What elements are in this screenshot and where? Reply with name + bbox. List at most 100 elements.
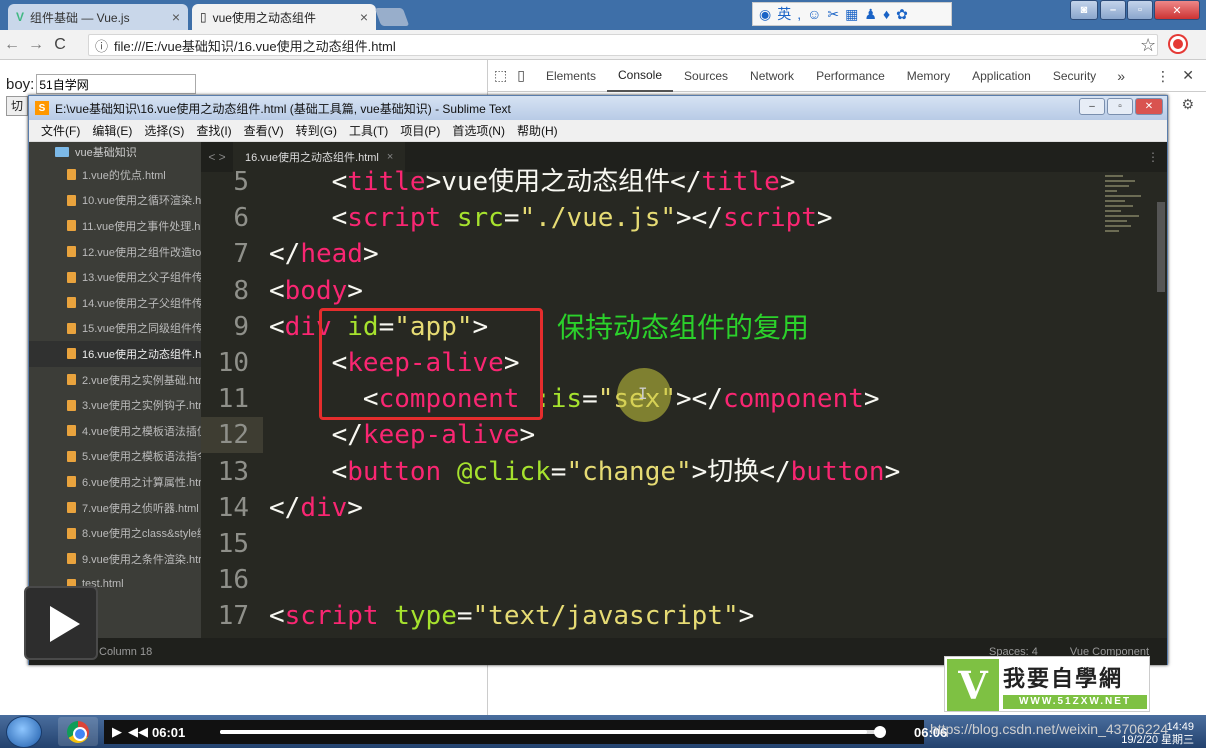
html-file-icon (67, 348, 76, 360)
play-icon[interactable]: ▶ (112, 724, 122, 740)
maximize-button[interactable]: ▫ (1127, 0, 1153, 20)
line-number: 6 (233, 203, 249, 234)
devtools-tab-security[interactable]: Security (1042, 60, 1107, 92)
chrome-taskbar-icon[interactable] (58, 717, 98, 746)
sidebar-folder[interactable]: vue基础知识 (29, 142, 201, 162)
tab-label: vue使用之动态组件 (212, 10, 316, 25)
clock[interactable]: 14:49 19/2/20 星期三 (1121, 721, 1194, 747)
bookmark-star-icon[interactable]: ☆ (1140, 35, 1156, 56)
sidebar-file-item[interactable]: 13.vue使用之父子组件传 (29, 264, 201, 290)
reload-icon[interactable]: C (48, 36, 72, 54)
device-toolbar-icon[interactable]: ▯ (513, 67, 535, 84)
sublime-close-button[interactable]: ✕ (1135, 98, 1163, 115)
sidebar-file-item[interactable]: 8.vue使用之class&style绑 (29, 520, 201, 546)
sidebar-file-item[interactable]: 10.vue使用之循环渲染.h (29, 188, 201, 214)
opera-icon[interactable] (1170, 36, 1186, 52)
browser-tab-bar: V 组件基础 — Vue.js × ▯ vue使用之动态组件 × ◉ 英 , ☺… (0, 0, 1206, 30)
menu-file[interactable]: 文件(F) (35, 122, 86, 139)
sidebar-file-item[interactable]: 7.vue使用之侦听器.html (29, 495, 201, 521)
seek-knob[interactable] (874, 726, 886, 738)
start-button[interactable] (6, 716, 42, 748)
editor-tab-label: 16.vue使用之动态组件.html (245, 152, 379, 164)
back-arrow-icon[interactable]: ← (0, 36, 24, 54)
sidebar-file-item[interactable]: 15.vue使用之同级组件传 (29, 316, 201, 342)
tab-nav-arrows[interactable]: < > (201, 150, 233, 164)
file-label: 2.vue使用之实例基础.htr (82, 374, 201, 387)
devtools-tab-sources[interactable]: Sources (673, 60, 739, 92)
code-token: = (456, 601, 473, 632)
menu-find[interactable]: 查找(I) (190, 122, 237, 139)
sidebar-file-item[interactable]: 1.vue的优点.html (29, 162, 201, 188)
editor-menu-icon[interactable]: ⋮ (1147, 150, 1159, 164)
browser-tab-vue-docs[interactable]: V 组件基础 — Vue.js × (8, 4, 188, 30)
file-label: 10.vue使用之循环渲染.h (82, 195, 201, 208)
html-file-icon (67, 246, 76, 258)
text-cursor-icon: I (638, 384, 648, 403)
devtools-menu-icon[interactable]: ⋮ (1156, 68, 1170, 85)
menu-edit[interactable]: 编辑(E) (86, 122, 138, 139)
file-label: 7.vue使用之侦听器.html (82, 502, 199, 515)
sidebar-file-item[interactable]: 6.vue使用之计算属性.htr (29, 469, 201, 495)
devtools-close-icon[interactable]: ✕ (1182, 67, 1194, 84)
taskbar: ▶ ◀◀ 06:01 06:06 https://blog.csdn.net/w… (0, 715, 1206, 748)
logo-mark: V (947, 659, 999, 711)
close-tab-icon[interactable]: × (387, 151, 393, 163)
devtools-tab-elements[interactable]: Elements (535, 60, 607, 92)
sidebar-file-item[interactable]: 12.vue使用之组件改造to (29, 239, 201, 265)
inspect-icon[interactable]: ⬚ (488, 67, 513, 84)
devtools-settings-icon[interactable]: ⚙ (1181, 96, 1194, 113)
code-token: </ (269, 420, 363, 451)
rewind-icon[interactable]: ◀◀ (128, 724, 148, 740)
forward-arrow-icon[interactable]: → (24, 36, 48, 54)
menu-goto[interactable]: 转到(G) (290, 122, 343, 139)
sublime-title-bar: S E:\vue基础知识\16.vue使用之动态组件.html (基础工具篇, … (29, 96, 1167, 120)
code-token: < (269, 456, 348, 487)
file-label: 4.vue使用之模板语法插值 (82, 425, 201, 438)
menu-selection[interactable]: 选择(S) (138, 122, 190, 139)
sidebar-file-item[interactable]: 14.vue使用之子父组件传 (29, 290, 201, 316)
url-field[interactable]: ⓘ file:///E:/vue基础知识/16.vue使用之动态组件.html (88, 34, 1158, 56)
code-token: < (269, 167, 348, 197)
sidebar-file-item[interactable]: 4.vue使用之模板语法插值 (29, 418, 201, 444)
menu-view[interactable]: 查看(V) (238, 122, 290, 139)
devtools-tab-network[interactable]: Network (739, 60, 805, 92)
ime-toolbar[interactable]: ◉ 英 , ☺ ✂ ▦ ♟ ♦ ✿ (752, 2, 952, 26)
sidebar-file-item[interactable]: 2.vue使用之实例基础.htr (29, 367, 201, 393)
devtools-tab-memory[interactable]: Memory (896, 60, 961, 92)
close-tab-icon[interactable]: × (172, 9, 180, 25)
toggle-button[interactable]: 切 (6, 96, 29, 116)
sublime-minimize-button[interactable]: – (1079, 98, 1105, 115)
new-tab-button[interactable] (374, 8, 410, 26)
menu-project[interactable]: 项目(P) (394, 122, 446, 139)
more-tabs-button[interactable]: » (1107, 68, 1135, 84)
sidebar-file-item[interactable]: 11.vue使用之事件处理.h (29, 213, 201, 239)
sidebar-file-item[interactable]: 9.vue使用之条件渲染.htr (29, 546, 201, 572)
devtools-tab-performance[interactable]: Performance (805, 60, 896, 92)
window-user-button[interactable]: ◙ (1070, 0, 1098, 20)
close-window-button[interactable]: ✕ (1154, 0, 1200, 20)
sidebar-file-item[interactable]: 16.vue使用之动态组件.h (29, 341, 201, 367)
minimize-button[interactable]: – (1100, 0, 1126, 20)
code-token: </ (269, 492, 301, 523)
vertical-scrollbar[interactable] (1157, 202, 1165, 292)
seek-track[interactable] (220, 726, 886, 738)
code-token: head (300, 239, 363, 270)
menu-tools[interactable]: 工具(T) (343, 122, 394, 139)
devtools-tab-console[interactable]: Console (606, 60, 674, 92)
video-play-button[interactable] (24, 586, 98, 660)
sidebar-file-item[interactable]: 5.vue使用之模板语法指令 (29, 444, 201, 470)
html-file-icon (67, 194, 76, 206)
minimap[interactable] (1105, 172, 1155, 292)
status-column: Column 18 (99, 645, 153, 658)
site-logo: V 我要自學網 WWW.51ZXW.NET (944, 656, 1150, 712)
html-file-icon (67, 297, 76, 309)
sublime-maximize-button[interactable]: ▫ (1107, 98, 1133, 115)
menu-help[interactable]: 帮助(H) (511, 122, 564, 139)
code-token: >vue使用之动态组件</ (425, 167, 702, 197)
browser-tab-dynamic-component[interactable]: ▯ vue使用之动态组件 × (192, 4, 376, 30)
close-tab-icon[interactable]: × (360, 9, 368, 25)
devtools-tab-application[interactable]: Application (961, 60, 1042, 92)
sidebar-file-item[interactable]: 3.vue使用之实例钩子.htr (29, 392, 201, 418)
menu-preferences[interactable]: 首选项(N) (446, 122, 511, 139)
boy-input[interactable] (36, 74, 197, 94)
